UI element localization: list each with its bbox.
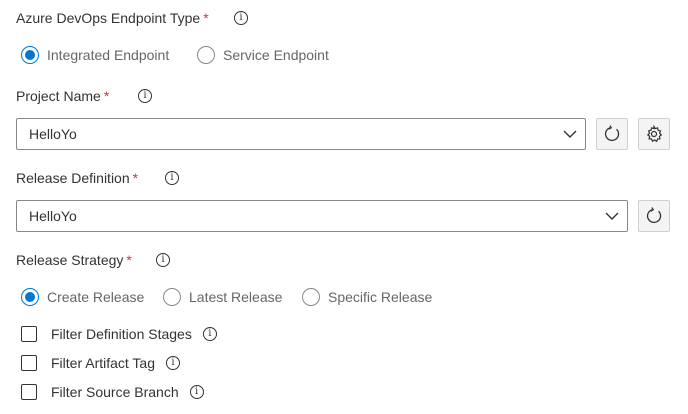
radio-button[interactable]: [21, 288, 39, 306]
radio-specific-release[interactable]: Specific Release: [302, 288, 432, 306]
info-icon[interactable]: i: [165, 171, 179, 185]
checkbox[interactable]: [21, 355, 37, 371]
project-name-label-text: Project Name: [16, 88, 101, 104]
required-mark: *: [103, 88, 110, 104]
radio-label: Latest Release: [189, 289, 283, 305]
info-icon[interactable]: i: [202, 327, 217, 341]
gear-icon: [646, 125, 663, 143]
release-definition-refresh-button[interactable]: [638, 200, 670, 232]
checkbox[interactable]: [21, 326, 37, 342]
release-strategy-label-text: Release Strategy: [16, 252, 124, 268]
radio-label: Create Release: [47, 289, 145, 305]
checkbox-label: Filter Source Branch: [51, 384, 179, 400]
required-mark: *: [126, 252, 132, 268]
radio-button[interactable]: [21, 46, 39, 64]
required-mark: *: [132, 170, 139, 186]
project-name-select[interactable]: HelloYo: [16, 118, 586, 150]
checkbox[interactable]: [21, 384, 37, 400]
release-strategy-label: Release Strategy *: [16, 251, 132, 269]
refresh-icon: [604, 125, 620, 142]
radio-label: Integrated Endpoint: [47, 47, 170, 63]
radio-create-release[interactable]: Create Release: [21, 288, 144, 306]
filter-definition-stages[interactable]: Filter Definition Stages i: [21, 326, 217, 342]
checkbox-label: Filter Artifact Tag: [51, 355, 156, 371]
project-name-label: Project Name *: [16, 87, 109, 105]
info-icon[interactable]: i: [234, 11, 248, 25]
required-mark: *: [203, 10, 209, 26]
radio-latest-release[interactable]: Latest Release: [163, 288, 282, 306]
radio-label: Service Endpoint: [223, 47, 329, 63]
release-definition-value: HelloYo: [29, 208, 77, 224]
release-definition-label: Release Definition *: [16, 169, 138, 187]
chevron-down-icon: [605, 212, 619, 220]
info-icon[interactable]: i: [189, 385, 204, 399]
radio-integrated-endpoint[interactable]: Integrated Endpoint: [21, 46, 169, 64]
release-definition-select[interactable]: HelloYo: [16, 200, 628, 232]
filter-artifact-tag[interactable]: Filter Artifact Tag i: [21, 355, 181, 371]
radio-label: Specific Release: [328, 289, 433, 305]
radio-service-endpoint[interactable]: Service Endpoint: [197, 46, 329, 64]
release-definition-label-text: Release Definition: [16, 170, 130, 186]
info-icon[interactable]: i: [138, 89, 152, 103]
project-name-value: HelloYo: [29, 126, 77, 142]
checkbox-label: Filter Definition Stages: [51, 326, 192, 342]
info-icon[interactable]: i: [166, 356, 181, 370]
filter-source-branch[interactable]: Filter Source Branch i: [21, 384, 204, 400]
radio-button[interactable]: [302, 288, 320, 306]
radio-button[interactable]: [163, 288, 181, 306]
info-icon[interactable]: i: [156, 253, 170, 267]
endpoint-type-label-text: Azure DevOps Endpoint Type: [16, 10, 201, 26]
project-refresh-button[interactable]: [596, 118, 628, 150]
radio-button[interactable]: [197, 46, 215, 64]
endpoint-type-label: Azure DevOps Endpoint Type *: [16, 9, 209, 27]
project-settings-button[interactable]: [638, 118, 670, 150]
refresh-icon: [646, 207, 662, 224]
chevron-down-icon: [563, 130, 577, 138]
